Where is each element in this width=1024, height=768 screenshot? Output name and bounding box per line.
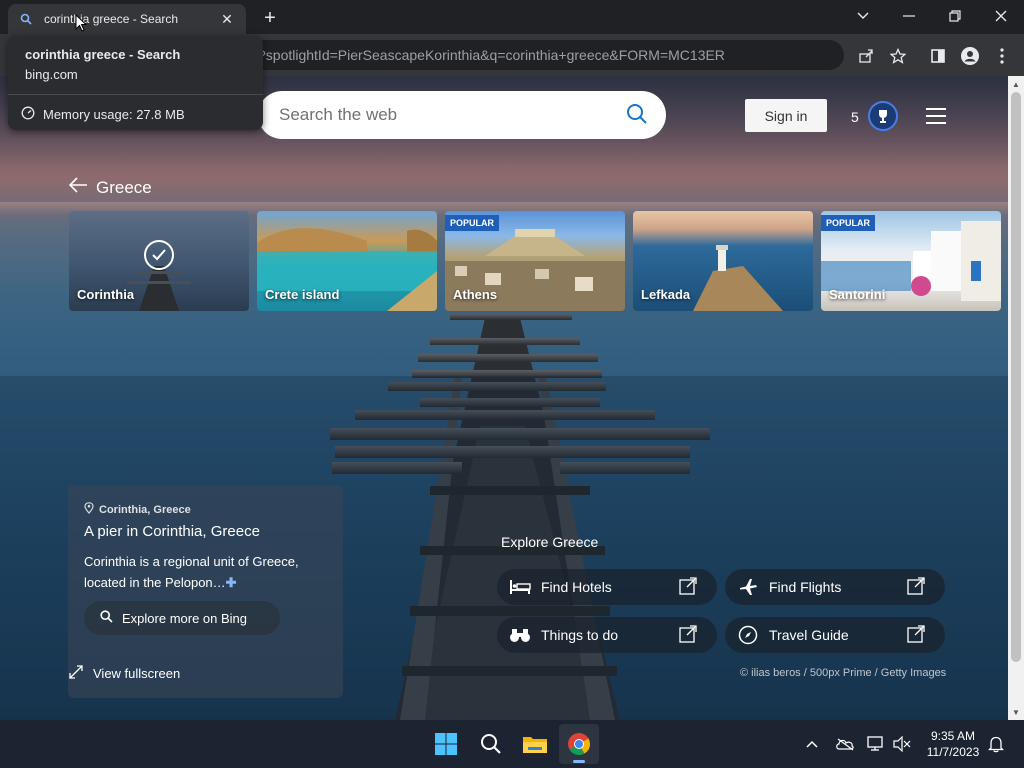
card-label: Corinthia: [77, 287, 135, 302]
description-text: Corinthia is a regional unit of Greece, …: [84, 554, 299, 590]
card-label: Crete island: [265, 287, 340, 302]
travel-guide-link[interactable]: Travel Guide: [725, 617, 945, 653]
address-bar[interactable]: ?spotlightId=PierSeascapeKorinthia&q=cor…: [240, 40, 844, 70]
image-headline[interactable]: A pier in Corinthia, Greece: [84, 523, 260, 540]
browser-tab[interactable]: corinthia greece - Search ✕: [8, 4, 246, 34]
scrollbar-thumb[interactable]: [1011, 92, 1021, 662]
search-box[interactable]: [258, 91, 666, 139]
popular-badge: POPULAR: [445, 215, 500, 231]
find-hotels-link[interactable]: Find Hotels: [497, 569, 717, 605]
clock-date: 11/7/2023: [926, 745, 980, 759]
external-link-icon: [907, 625, 927, 645]
airplane-icon: [737, 576, 759, 598]
find-hotels-label: Find Hotels: [541, 579, 612, 595]
popular-badge: POPULAR: [821, 215, 876, 231]
tab-search-chevron-down-icon[interactable]: [848, 4, 878, 28]
sign-in-button[interactable]: Sign in: [745, 99, 827, 132]
hover-card-domain: bing.com: [25, 67, 78, 82]
search-icon: [100, 610, 113, 626]
explore-more-label: Explore more on Bing: [122, 610, 248, 626]
taskbar-search-icon[interactable]: [471, 724, 511, 764]
clock-time: 9:35 AM: [930, 729, 976, 743]
windows-start-icon[interactable]: [426, 724, 466, 764]
explore-more-button[interactable]: Explore more on Bing: [84, 601, 280, 635]
search-icon[interactable]: [626, 103, 650, 127]
back-arrow-icon: [68, 176, 88, 199]
search-icon: [18, 11, 34, 27]
hover-card-divider: [8, 94, 263, 95]
explore-title: Explore Greece: [501, 534, 599, 550]
location-row: Corinthia, Greece: [84, 502, 191, 517]
search-input[interactable]: [279, 105, 609, 125]
network-icon[interactable]: [866, 734, 886, 754]
compass-icon: [737, 624, 759, 646]
new-tab-button[interactable]: +: [258, 6, 282, 30]
find-flights-label: Find Flights: [769, 579, 842, 595]
notification-bell-icon[interactable]: [986, 734, 1006, 754]
expand-icon: [68, 664, 84, 683]
things-to-do-link[interactable]: Things to do: [497, 617, 717, 653]
card-athens[interactable]: POPULAR Athens: [445, 211, 625, 311]
view-fullscreen-label: View fullscreen: [93, 666, 181, 681]
binoculars-icon: [509, 624, 531, 646]
things-to-do-label: Things to do: [541, 627, 619, 643]
location-text: Corinthia, Greece: [99, 503, 191, 516]
windows-taskbar: 9:35 AM 11/7/2023: [0, 720, 1024, 768]
card-label: Athens: [453, 287, 498, 302]
image-credit: © ilias beros / 500px Prime / Getty Imag…: [740, 667, 947, 679]
scroll-up-icon[interactable]: ▲: [1008, 76, 1024, 92]
active-app-indicator: [573, 760, 585, 763]
expand-plus-icon[interactable]: ✚: [226, 575, 237, 590]
find-flights-link[interactable]: Find Flights: [725, 569, 945, 605]
page-scrollbar[interactable]: ▲ ▼: [1008, 76, 1024, 720]
minimize-icon[interactable]: [894, 4, 924, 28]
travel-guide-label: Travel Guide: [769, 627, 849, 643]
hover-card-memory-row: Memory usage: 27.8 MB: [21, 106, 185, 123]
restore-icon[interactable]: [940, 4, 970, 28]
tab-hover-card: corinthia greece - Search bing.com Memor…: [8, 36, 263, 130]
card-lefkada[interactable]: Lefkada: [633, 211, 813, 311]
file-explorer-icon[interactable]: [515, 724, 555, 764]
share-icon[interactable]: [854, 44, 878, 68]
title-bar: corinthia greece - Search ✕ +: [0, 0, 1024, 34]
card-corinthia[interactable]: Corinthia: [69, 211, 249, 311]
card-label: Santorini: [829, 287, 886, 302]
side-panel-icon[interactable]: [926, 44, 950, 68]
mouse-cursor-icon: [75, 14, 87, 32]
onedrive-offline-icon[interactable]: [835, 734, 855, 754]
scroll-down-icon[interactable]: ▼: [1008, 704, 1024, 720]
address-text: ?spotlightId=PierSeascapeKorinthia&q=cor…: [258, 47, 725, 63]
card-crete-island[interactable]: Crete island: [257, 211, 437, 311]
hover-card-title: corinthia greece - Search: [25, 47, 181, 62]
memory-usage: Memory usage: 27.8 MB: [43, 107, 185, 122]
location-pin-icon: [84, 502, 94, 517]
profile-avatar-icon[interactable]: [958, 44, 982, 68]
more-menu-icon[interactable]: [990, 44, 1014, 68]
system-clock[interactable]: 9:35 AM 11/7/2023: [920, 728, 986, 760]
bed-icon: [509, 576, 531, 598]
close-window-icon[interactable]: [986, 4, 1016, 28]
image-description: Corinthia is a regional unit of Greece, …: [84, 551, 324, 593]
collection-title: Greece: [96, 177, 152, 197]
show-hidden-icons-chevron-up-icon[interactable]: [802, 734, 822, 754]
bing-homepage: Sign in 5 Greece Corinthia Crete island: [0, 76, 1008, 720]
speedometer-icon: [21, 106, 35, 123]
tab-title: corinthia greece - Search: [44, 12, 179, 26]
external-link-icon: [679, 577, 699, 597]
external-link-icon: [679, 625, 699, 645]
card-santorini[interactable]: POPULAR Santorini: [821, 211, 1001, 311]
bookmark-star-icon[interactable]: [886, 44, 910, 68]
chrome-taskbar-icon[interactable]: [559, 724, 599, 764]
back-to-collection[interactable]: Greece: [68, 176, 152, 199]
card-label: Lefkada: [641, 287, 691, 302]
view-fullscreen-link[interactable]: View fullscreen: [68, 664, 180, 683]
selected-check-icon: [144, 240, 174, 270]
volume-muted-icon[interactable]: [892, 734, 912, 754]
close-tab-icon[interactable]: ✕: [218, 10, 236, 28]
menu-hamburger-icon[interactable]: [926, 108, 948, 124]
rewards-count[interactable]: 5: [851, 109, 859, 125]
rewards-trophy-icon[interactable]: [868, 101, 898, 131]
external-link-icon: [907, 577, 927, 597]
